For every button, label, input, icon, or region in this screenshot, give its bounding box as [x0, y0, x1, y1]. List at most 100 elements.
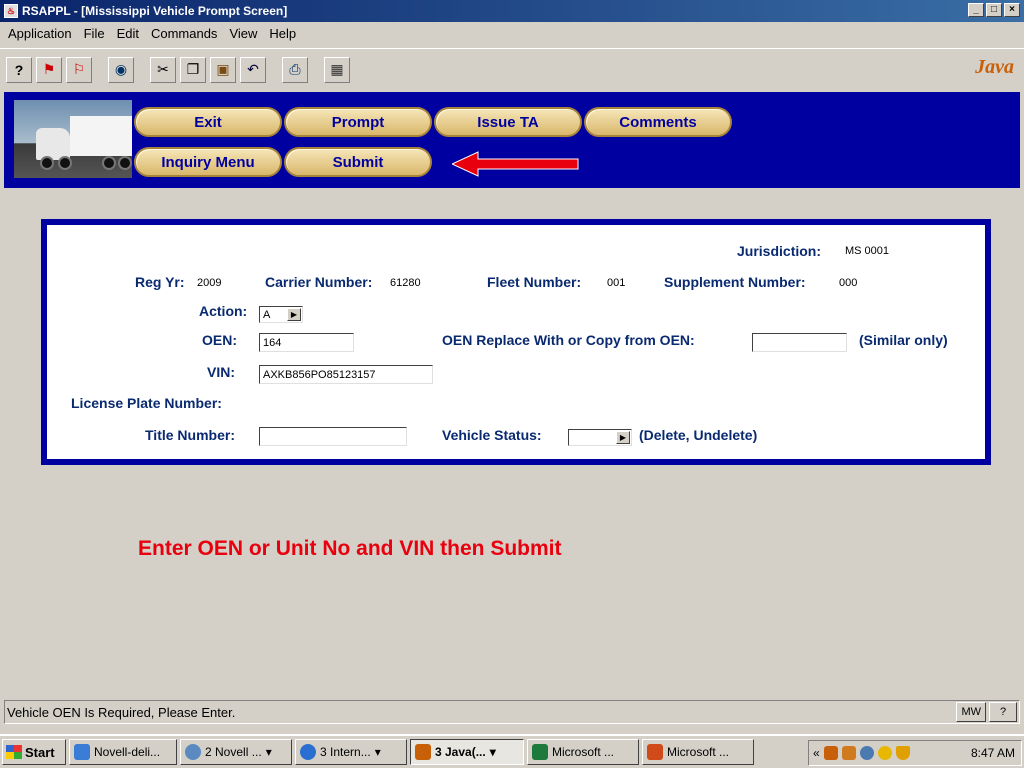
fleet-number-label: Fleet Number: [487, 274, 582, 290]
print-icon[interactable]: ⎙ [282, 56, 308, 83]
license-plate-label: License Plate Number: [71, 395, 222, 411]
action-label: Action: [199, 303, 248, 319]
chevron-down-icon: ▾ [374, 745, 381, 759]
windows-flag-icon [6, 745, 22, 759]
mode-button[interactable]: MW [956, 702, 986, 722]
tray-expand-button[interactable]: « [813, 746, 820, 760]
title-number-input[interactable] [259, 427, 407, 446]
java-app-icon: ♨ [4, 4, 18, 18]
maximize-button[interactable]: □ [986, 3, 1002, 17]
cut-icon[interactable]: ✂ [150, 56, 176, 83]
novell-group-icon [185, 744, 201, 760]
jurisdiction-value: MS 0001 [845, 245, 890, 257]
java-update-icon[interactable] [841, 746, 856, 760]
delete-undelete-note: (Delete, Undelete) [639, 427, 758, 443]
java-logo: Java [975, 56, 1014, 78]
oen-replace-label: OEN Replace With or Copy from OEN: [442, 332, 695, 348]
chevron-down-icon: ▾ [489, 745, 496, 759]
flag-red-icon[interactable]: ⚑ [36, 56, 62, 83]
window-controls: _ □ × [968, 3, 1020, 17]
minimize-button[interactable]: _ [968, 3, 984, 17]
oen-replace-input[interactable] [752, 333, 847, 352]
instruction-text: Enter OEN or Unit No and VIN then Submit [138, 537, 562, 560]
menu-application[interactable]: Application [8, 26, 72, 41]
vehicle-prompt-form: Jurisdiction: MS 0001 Reg Yr: 2009 Carri… [42, 220, 990, 464]
task-novell-group[interactable]: 2 Novell ... ▾ [180, 739, 292, 765]
oen-input[interactable] [259, 333, 354, 352]
task-label: Novell-deli... [94, 745, 161, 759]
menu-help[interactable]: Help [269, 26, 296, 41]
similar-only-note: (Similar only) [859, 332, 948, 348]
exit-button[interactable]: Exit [134, 107, 282, 137]
supplement-number-value: 000 [839, 277, 858, 289]
action-select-value: A [263, 308, 271, 321]
network-icon[interactable] [859, 746, 874, 760]
task-microsoft-excel[interactable]: Microsoft ... [527, 739, 639, 765]
vehicle-status-select[interactable]: ▶ [568, 429, 632, 446]
task-label: 2 Novell ... [205, 745, 262, 759]
start-button[interactable]: Start [2, 739, 66, 765]
submit-button[interactable]: Submit [284, 147, 432, 177]
carrier-number-label: Carrier Number: [265, 274, 373, 290]
paste-icon[interactable]: ▣ [210, 56, 236, 83]
supplement-number-label: Supplement Number: [664, 274, 806, 290]
menu-view[interactable]: View [229, 26, 257, 41]
status-help-button[interactable]: ? [989, 702, 1017, 722]
powerpoint-icon [647, 744, 663, 760]
task-internet-explorer[interactable]: 3 Intern... ▾ [295, 739, 407, 765]
java-tray-icon[interactable] [823, 746, 838, 760]
title-number-label: Title Number: [145, 427, 235, 443]
reg-yr-value: 2009 [197, 277, 222, 289]
prompt-button[interactable]: Prompt [284, 107, 432, 137]
status-message: Vehicle OEN Is Required, Please Enter. [7, 704, 236, 720]
title-bar: ♨ RSAPPL - [Mississippi Vehicle Prompt S… [0, 0, 1024, 22]
menu-commands[interactable]: Commands [151, 26, 217, 41]
task-novell-deli[interactable]: Novell-deli... [69, 739, 177, 765]
arrow-left-icon [452, 151, 579, 177]
action-select[interactable]: A ▶ [259, 306, 303, 323]
reg-yr-label: Reg Yr: [135, 274, 185, 290]
task-label: 3 Intern... [320, 745, 371, 759]
vin-label: VIN: [207, 364, 235, 380]
help-icon[interactable]: ? [6, 56, 32, 83]
shield-icon[interactable] [895, 746, 910, 760]
copy-icon[interactable]: ❐ [180, 56, 206, 83]
inquiry-menu-button[interactable]: Inquiry Menu [134, 147, 282, 177]
carrier-number-value: 61280 [390, 277, 421, 289]
status-bar: Vehicle OEN Is Required, Please Enter. M… [4, 700, 1020, 724]
novell-icon [74, 744, 90, 760]
caret-right-icon[interactable]: ▶ [287, 308, 301, 321]
menu-edit[interactable]: Edit [117, 26, 139, 41]
vehicle-status-label: Vehicle Status: [442, 427, 542, 443]
internet-explorer-icon [300, 744, 316, 760]
truck-image [14, 100, 132, 178]
flag-message-icon[interactable]: ⚐ [66, 56, 92, 83]
close-button[interactable]: × [1004, 3, 1020, 17]
task-java[interactable]: 3 Java(... ▾ [410, 739, 524, 765]
oen-label: OEN: [202, 332, 237, 348]
vin-input[interactable] [259, 365, 433, 384]
menu-bar: Application File Edit Commands View Help [0, 22, 1024, 44]
start-label: Start [25, 744, 55, 760]
toolbar: ? ⚑ ⚐ ◉ ✂ ❐ ▣ ↶ ⎙ ▦ [0, 48, 1024, 90]
task-microsoft-powerpoint[interactable]: Microsoft ... [642, 739, 754, 765]
task-label: 3 Java(... [435, 745, 486, 759]
jurisdiction-label: Jurisdiction: [737, 243, 822, 259]
task-label: Microsoft ... [552, 745, 615, 759]
java-icon [415, 744, 431, 760]
calculator-icon[interactable]: ▦ [324, 56, 350, 83]
caret-right-icon[interactable]: ▶ [616, 431, 630, 444]
clock[interactable]: 8:47 AM [971, 746, 1021, 760]
window-title: RSAPPL - [Mississippi Vehicle Prompt Scr… [22, 4, 288, 18]
menu-file[interactable]: File [84, 26, 105, 41]
chevron-down-icon: ▾ [265, 745, 272, 759]
security-alert-icon[interactable] [877, 746, 892, 760]
undo-icon[interactable]: ↶ [240, 56, 266, 83]
comments-button[interactable]: Comments [584, 107, 732, 137]
eye-icon[interactable]: ◉ [108, 56, 134, 83]
taskbar: Start Novell-deli... 2 Novell ... ▾ 3 In… [0, 734, 1024, 768]
excel-icon [532, 744, 548, 760]
fleet-number-value: 001 [607, 277, 626, 289]
task-label: Microsoft ... [667, 745, 730, 759]
issue-ta-button[interactable]: Issue TA [434, 107, 582, 137]
